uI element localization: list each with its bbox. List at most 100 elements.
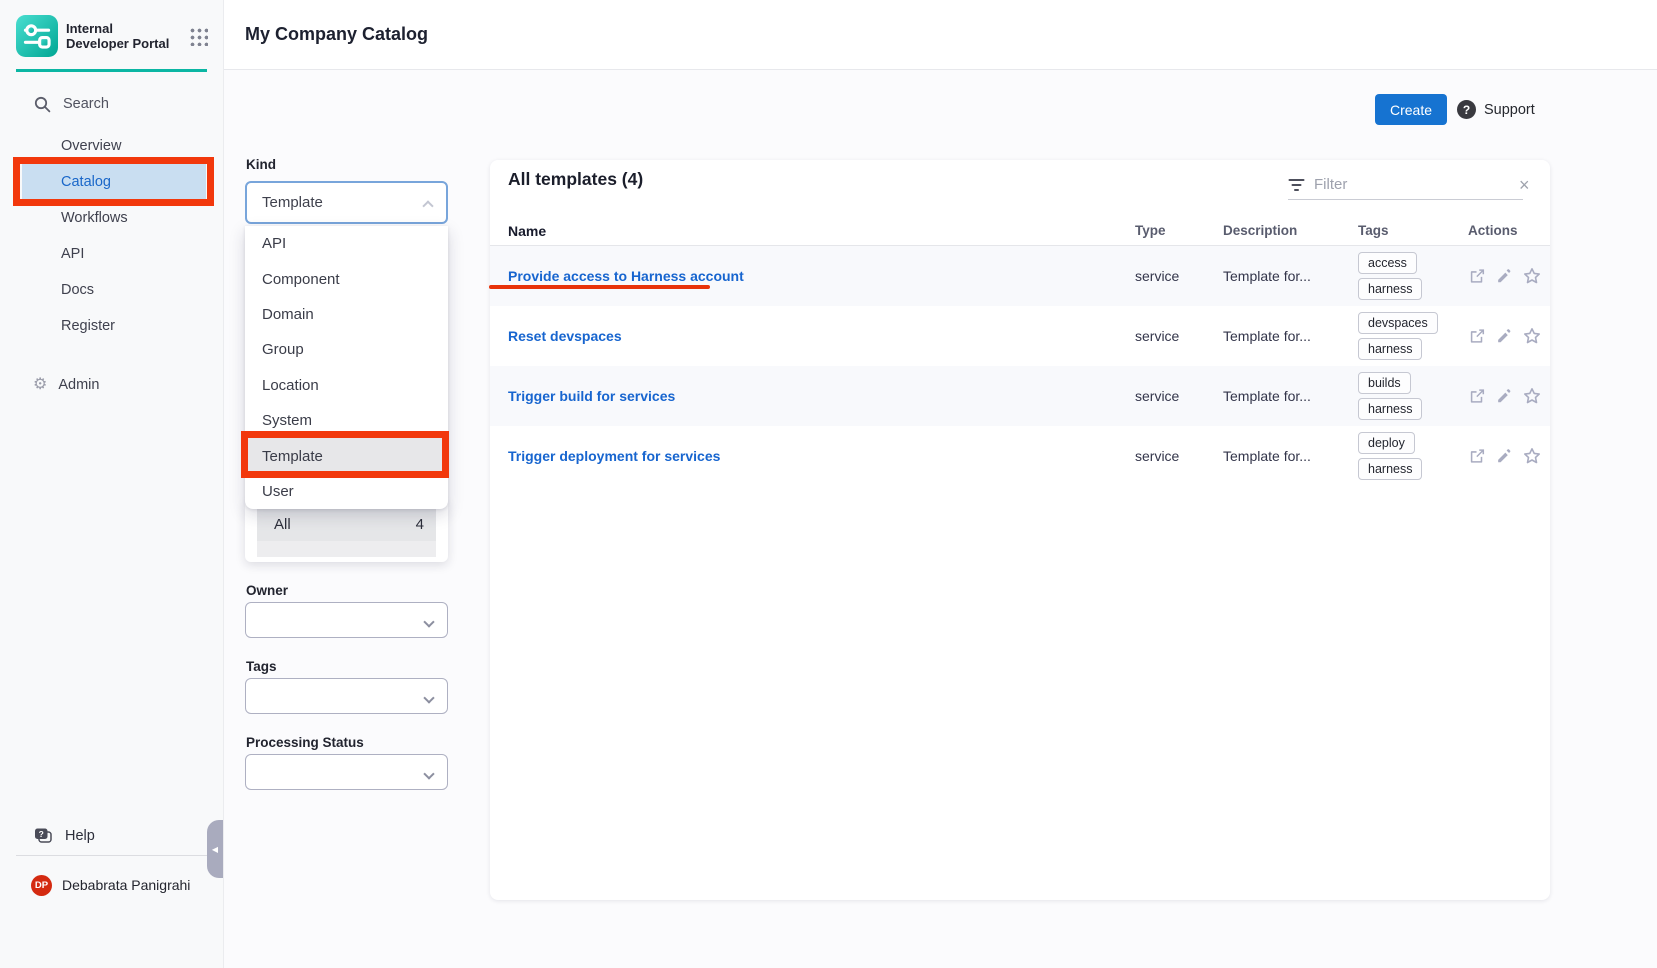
processing-status-label: Processing Status — [246, 735, 364, 750]
table-column-headers: Name Type Description Tags Actions — [490, 216, 1550, 246]
table-title: All templates (4) — [508, 169, 643, 190]
sidebar-item-overview[interactable]: Overview — [22, 128, 206, 164]
facet-item-all[interactable]: All 4 — [257, 507, 436, 541]
actions-cell — [1468, 386, 1550, 406]
tags-cell: builds harness — [1358, 366, 1468, 426]
templates-table-card: All templates (4) × Name Type Descriptio… — [490, 160, 1550, 900]
template-name-link[interactable]: Reset devspaces — [508, 328, 1135, 344]
sidebar-item-catalog[interactable]: Catalog — [22, 164, 206, 200]
open-in-new-icon[interactable] — [1468, 447, 1486, 465]
accent-divider — [16, 69, 207, 72]
facet-count: 4 — [416, 516, 424, 533]
table-row: Trigger build for services service Templ… — [490, 366, 1550, 426]
help-button[interactable]: ? Help — [0, 822, 200, 850]
dropdown-option-api[interactable]: API — [245, 226, 448, 261]
logo-row: Internal Developer Portal — [16, 14, 208, 58]
table-filter: × — [1288, 170, 1523, 200]
sidebar-item-admin[interactable]: ⚙ Admin — [0, 371, 224, 399]
tag-chip: access — [1358, 252, 1417, 274]
tags-label: Tags — [246, 659, 277, 674]
help-label: Help — [65, 828, 95, 844]
dropdown-option-domain[interactable]: Domain — [245, 297, 448, 332]
support-button[interactable]: ? Support — [1457, 94, 1535, 125]
tag-chip: harness — [1358, 338, 1422, 360]
table-row: Provide access to Harness account servic… — [490, 246, 1550, 306]
chevron-down-icon — [423, 768, 434, 779]
open-in-new-icon[interactable] — [1468, 387, 1486, 405]
tags-select[interactable] — [245, 678, 448, 714]
filter-input[interactable] — [1314, 176, 1513, 193]
sidebar-search[interactable]: Search — [0, 90, 224, 118]
type-cell: service — [1135, 388, 1223, 404]
filter-funnel-icon — [1288, 178, 1305, 192]
type-cell: service — [1135, 268, 1223, 284]
edit-icon[interactable] — [1495, 267, 1513, 285]
help-chat-icon: ? — [33, 827, 53, 846]
star-icon[interactable] — [1522, 326, 1542, 346]
search-label: Search — [63, 96, 109, 112]
owner-select[interactable] — [245, 602, 448, 638]
tags-cell: deployharness — [1358, 426, 1468, 486]
col-header-type: Type — [1135, 223, 1223, 238]
table-body: Provide access to Harness account servic… — [490, 246, 1550, 486]
app-title: Internal Developer Portal — [66, 21, 174, 51]
actions-cell — [1468, 446, 1550, 466]
user-menu[interactable]: DP Debabrata Panigrahi — [0, 871, 224, 899]
edit-icon[interactable] — [1495, 327, 1513, 345]
owner-label: Owner — [246, 583, 288, 598]
apps-grid-icon[interactable] — [188, 26, 208, 46]
tag-chip: builds — [1358, 372, 1411, 394]
support-label: Support — [1484, 102, 1535, 118]
sidebar-collapse-handle[interactable]: ◀ — [207, 820, 223, 878]
tag-chip: harness — [1358, 278, 1422, 300]
dropdown-option-system[interactable]: System — [245, 403, 448, 438]
chevron-up-icon — [422, 200, 433, 211]
clear-filter-icon[interactable]: × — [1519, 176, 1530, 194]
star-icon[interactable] — [1522, 266, 1542, 286]
actions-cell — [1468, 326, 1550, 346]
create-button[interactable]: Create — [1375, 94, 1447, 125]
kind-select[interactable]: Template — [245, 181, 448, 224]
type-cell: service — [1135, 328, 1223, 344]
sidebar-item-register[interactable]: Register — [22, 308, 206, 344]
col-header-description: Description — [1223, 223, 1358, 238]
question-icon: ? — [1457, 100, 1476, 119]
processing-status-select[interactable] — [245, 754, 448, 790]
dropdown-option-user[interactable]: User — [245, 474, 448, 509]
tag-chip: harness — [1358, 398, 1422, 420]
kind-select-value: Template — [262, 194, 323, 211]
star-icon[interactable] — [1522, 386, 1542, 406]
dropdown-option-group[interactable]: Group — [245, 332, 448, 367]
sidebar-item-workflows[interactable]: Workflows — [22, 200, 206, 236]
top-bar: My Company Catalog — [224, 0, 1657, 70]
sidebar-item-docs[interactable]: Docs — [22, 272, 206, 308]
edit-icon[interactable] — [1495, 387, 1513, 405]
facet-item-partial — [257, 541, 436, 557]
dropdown-option-component[interactable]: Component — [245, 261, 448, 296]
table-row: Trigger deployment for services service … — [490, 426, 1550, 486]
user-avatar: DP — [31, 875, 52, 896]
template-name-link[interactable]: Trigger deployment for services — [508, 448, 1135, 464]
app-logo-icon — [16, 15, 58, 57]
description-cell: Template for... — [1223, 448, 1358, 464]
type-cell: service — [1135, 448, 1223, 464]
tags-cell: access harness — [1358, 246, 1468, 306]
col-header-name: Name — [508, 223, 1135, 239]
dropdown-option-location[interactable]: Location — [245, 368, 448, 403]
search-icon — [34, 96, 51, 113]
kind-label: Kind — [246, 157, 276, 172]
divider — [16, 855, 207, 856]
svg-text:?: ? — [39, 828, 44, 838]
dropdown-option-template[interactable]: Template — [245, 438, 448, 473]
star-icon[interactable] — [1522, 446, 1542, 466]
tag-chip: harness — [1358, 458, 1422, 480]
actions-cell — [1468, 266, 1550, 286]
edit-icon[interactable] — [1495, 447, 1513, 465]
template-name-link[interactable]: Provide access to Harness account — [508, 268, 1135, 284]
template-name-link[interactable]: Trigger build for services — [508, 388, 1135, 404]
sidebar-nav: OverviewCatalogWorkflowsAPIDocsRegister — [0, 128, 224, 344]
sidebar-item-api[interactable]: API — [22, 236, 206, 272]
open-in-new-icon[interactable] — [1468, 327, 1486, 345]
user-name: Debabrata Panigrahi — [62, 877, 190, 893]
open-in-new-icon[interactable] — [1468, 267, 1486, 285]
